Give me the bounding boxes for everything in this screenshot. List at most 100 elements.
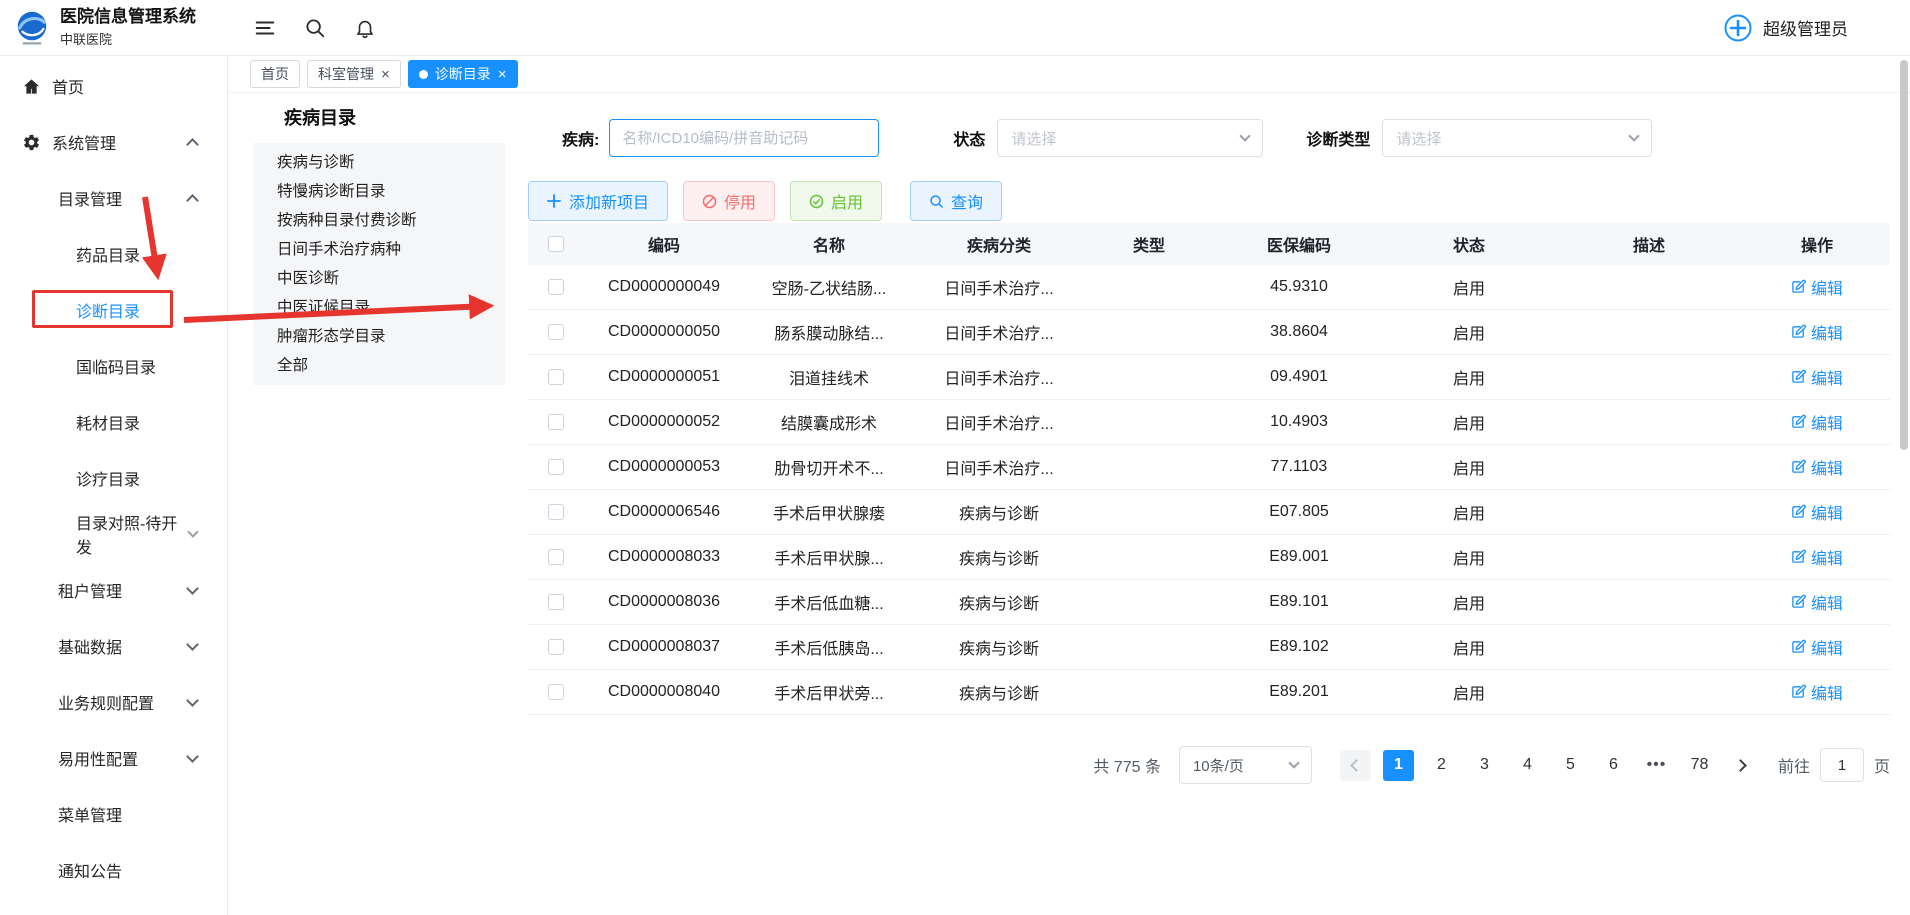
edit-link-label: 编辑 [1811,365,1843,389]
cell-status: 启用 [1384,455,1554,479]
sidebar-item-catalog-management[interactable]: 目录管理 [0,170,227,226]
cell-insurance: 09.4901 [1214,368,1384,386]
cell-insurance: E07.805 [1214,503,1384,521]
table-header-row: 编码 名称 疾病分类 类型 医保编码 状态 描述 操作 [528,223,1890,265]
edit-link[interactable]: 编辑 [1791,680,1843,704]
edit-link[interactable]: 编辑 [1791,275,1843,299]
tab-diagnosis-catalog[interactable]: 诊断目录 × [408,60,518,88]
sidebar-item-consumable-catalog[interactable]: 耗材目录 [0,394,227,450]
sidebar-item-catalog-mapping[interactable]: 目录对照-待开发 [0,506,227,562]
page-number-button[interactable]: 1 [1383,750,1414,781]
page-number-button[interactable]: ••• [1641,750,1672,781]
row-checkbox[interactable] [548,594,564,610]
catalog-item[interactable]: 全部 [253,351,505,380]
catalog-item[interactable]: 特慢病诊断目录 [253,177,505,206]
catalog-item[interactable]: 日间手术治疗病种 [253,235,505,264]
sidebar-item-tenant-management[interactable]: 租户管理 [0,562,227,618]
enable-button[interactable]: 启用 [790,181,882,221]
home-icon [22,77,41,96]
catalog-item[interactable]: 中医诊断 [253,264,505,293]
sidebar-item-notice[interactable]: 通知公告 [0,842,227,898]
select-placeholder: 请选择 [1396,128,1441,149]
disease-search-input[interactable] [609,119,879,157]
row-checkbox[interactable] [548,459,564,475]
catalog-item[interactable]: 中医证候目录 [253,293,505,322]
status-select[interactable]: 请选择 [997,119,1263,157]
catalog-item[interactable]: 疾病与诊断 [253,148,505,177]
sidebar-item-usability-config[interactable]: 易用性配置 [0,730,227,786]
cell-status: 启用 [1384,365,1554,389]
row-checkbox[interactable] [548,504,564,520]
sidebar-item-drug-catalog[interactable]: 药品目录 [0,226,227,282]
row-checkbox[interactable] [548,279,564,295]
edit-link[interactable]: 编辑 [1791,455,1843,479]
goto-suffix: 页 [1874,753,1890,777]
edit-link[interactable]: 编辑 [1791,320,1843,344]
sidebar-item-business-rules[interactable]: 业务规则配置 [0,674,227,730]
edit-link[interactable]: 编辑 [1791,500,1843,524]
page-number-button[interactable]: 2 [1426,750,1457,781]
tab-home[interactable]: 首页 [250,60,300,88]
edit-link[interactable]: 编辑 [1791,365,1843,389]
page-number-button[interactable]: 6 [1598,750,1629,781]
plus-icon [547,194,562,209]
row-checkbox[interactable] [548,549,564,565]
column-header-code: 编码 [584,232,744,256]
cell-category: 疾病与诊断 [914,590,1084,614]
sidebar-item-label: 基础数据 [58,634,122,658]
disable-button[interactable]: 停用 [683,181,775,221]
catalog-item[interactable]: 按病种目录付费诊断 [253,206,505,235]
edit-pencil-icon [1791,414,1806,429]
page-number-button[interactable]: 4 [1512,750,1543,781]
collapse-menu-icon[interactable] [254,17,276,39]
close-icon[interactable]: × [381,67,390,82]
search-icon[interactable] [304,17,326,39]
page-number-button[interactable]: 3 [1469,750,1500,781]
edit-link[interactable]: 编辑 [1791,545,1843,569]
sidebar-item-system-management[interactable]: 系统管理 [0,114,227,170]
sidebar-item-diagnosis-catalog[interactable]: 诊断目录 [0,282,227,338]
sidebar-item-basic-data[interactable]: 基础数据 [0,618,227,674]
page-size-select[interactable]: 10条/页 [1179,746,1312,784]
row-checkbox[interactable] [548,414,564,430]
next-page-button[interactable] [1727,750,1758,781]
notification-bell-icon[interactable] [354,17,376,39]
close-icon[interactable]: × [498,67,507,82]
row-checkbox[interactable] [548,369,564,385]
cell-insurance: E89.101 [1214,593,1384,611]
disease-filter-label: 疾病: [562,126,599,150]
cell-code: CD0000008040 [584,683,744,701]
catalog-item[interactable]: 肿瘤形态学目录 [253,322,505,351]
user-name: 超级管理员 [1763,15,1848,40]
sidebar-item-treatment-catalog[interactable]: 诊疗目录 [0,450,227,506]
goto-page-input[interactable] [1820,748,1864,782]
query-button[interactable]: 查询 [910,181,1002,221]
diagnosis-type-select[interactable]: 请选择 [1382,119,1652,157]
cell-code: CD0000000053 [584,458,744,476]
edit-link[interactable]: 编辑 [1791,590,1843,614]
cell-category: 日间手术治疗... [914,365,1084,389]
add-item-button[interactable]: 添加新项目 [528,181,668,221]
page-number-button[interactable]: 5 [1555,750,1586,781]
tab-department-management[interactable]: 科室管理 × [307,60,401,88]
row-checkbox[interactable] [548,324,564,340]
edit-link[interactable]: 编辑 [1791,410,1843,434]
sidebar-item-menu-management[interactable]: 菜单管理 [0,786,227,842]
prev-page-button[interactable] [1340,750,1371,781]
select-all-checkbox[interactable] [548,236,564,252]
row-checkbox[interactable] [548,684,564,700]
user-menu[interactable]: 超级管理员 [1723,13,1910,43]
cell-insurance: 10.4903 [1214,413,1384,431]
edit-link[interactable]: 编辑 [1791,635,1843,659]
sidebar-item-national-code-catalog[interactable]: 国临码目录 [0,338,227,394]
catalog-list: 疾病与诊断 特慢病诊断目录 按病种目录付费诊断 日间手术治疗病种 中医诊断 中医… [253,143,505,385]
catalog-item-label: 中医证候目录 [277,299,370,316]
page-number-button[interactable]: 78 [1684,750,1715,781]
cell-category: 疾病与诊断 [914,680,1084,704]
cell-code: CD0000000051 [584,368,744,386]
sidebar-item-label: 目录对照-待开发 [76,510,189,558]
sidebar-item-home[interactable]: 首页 [0,58,227,114]
column-header-name: 名称 [744,232,914,256]
row-checkbox[interactable] [548,639,564,655]
vertical-scrollbar[interactable] [1900,60,1908,450]
